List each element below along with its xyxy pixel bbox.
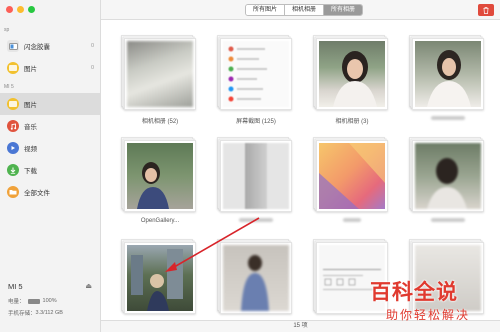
delete-button[interactable]: [478, 4, 494, 16]
sidebar-item-label: 图片: [24, 102, 37, 109]
tab-camera-album[interactable]: 相机相册: [285, 5, 325, 15]
sidebar-item-label: 全部文件: [24, 190, 50, 197]
close-window-button[interactable]: [6, 6, 13, 13]
tab-all-albums[interactable]: 所有相册: [324, 5, 363, 15]
device-name: MI 5: [8, 282, 23, 291]
watermark-title: 百科全说: [370, 280, 458, 304]
zoom-window-button[interactable]: [28, 6, 35, 13]
toolbar: 所有图片 相机相册 所有相册: [101, 0, 500, 20]
storage-value: 3.3/112 GB: [35, 310, 63, 316]
window-controls: [6, 6, 35, 13]
sidebar-item-count: 0: [90, 65, 94, 71]
sidebar-item-photos[interactable]: 图片: [0, 93, 100, 115]
tab-all-photos[interactable]: 所有图片: [246, 5, 286, 15]
battery-value: 100%: [42, 298, 57, 304]
download-icon: [7, 164, 19, 176]
sidebar-item-all-files[interactable]: 全部文件: [0, 181, 100, 203]
album-grid: 相机相册 (52) 屏幕截图 (125) 相机相册 (3) OpenGaller…: [101, 20, 500, 320]
sidebar-item-download[interactable]: 下载: [0, 159, 100, 181]
sidebar-item-label: 图片: [24, 66, 37, 73]
battery-label: 电量：: [8, 299, 25, 305]
device-info: MI 5 ⏏ 电量： 100% 手机存储： 3.3/112 GB: [0, 276, 100, 332]
photos-icon: [7, 62, 19, 74]
sidebar-item-label: 音乐: [24, 124, 37, 131]
trash-icon: [483, 6, 489, 14]
music-icon: [7, 120, 19, 132]
storage-info: 手机存储： 3.3/112 GB: [8, 309, 92, 317]
sidebar-item-video[interactable]: 视频: [0, 137, 100, 159]
sidebar-item-music[interactable]: 音乐: [0, 115, 100, 137]
sidebar: sp 闪念胶囊 0 图片 0 MI 5 图片 音乐 视频 下载 全部文件 MI …: [0, 0, 101, 332]
section-label-device: MI 5: [4, 84, 14, 90]
sidebar-item-label: 视频: [24, 146, 37, 153]
sidebar-item-capsule[interactable]: 闪念胶囊 0: [0, 35, 100, 57]
sidebar-item-label: 闪念胶囊: [24, 44, 50, 51]
battery-icon: [27, 298, 40, 304]
watermark: 百科全说 助你轻松解决: [370, 276, 492, 326]
photos-icon: [7, 98, 19, 110]
folder-icon: [7, 186, 19, 198]
section-label-top: sp: [4, 27, 10, 33]
sidebar-item-label: 下载: [24, 168, 37, 175]
minimize-window-button[interactable]: [17, 6, 24, 13]
battery-info: 电量： 100%: [8, 297, 92, 305]
sidebar-item-photos-top[interactable]: 图片 0: [0, 57, 100, 79]
annotation-arrow: [165, 217, 260, 272]
watermark-subtitle: 助你轻松解决: [386, 308, 471, 322]
eject-icon[interactable]: ⏏: [85, 282, 92, 290]
video-icon: [7, 142, 19, 154]
view-switcher: 所有图片 相机相册 所有相册: [245, 4, 364, 16]
storage-label: 手机存储：: [8, 311, 36, 317]
sidebar-item-count: 0: [90, 43, 94, 49]
capsule-icon: [7, 40, 19, 52]
